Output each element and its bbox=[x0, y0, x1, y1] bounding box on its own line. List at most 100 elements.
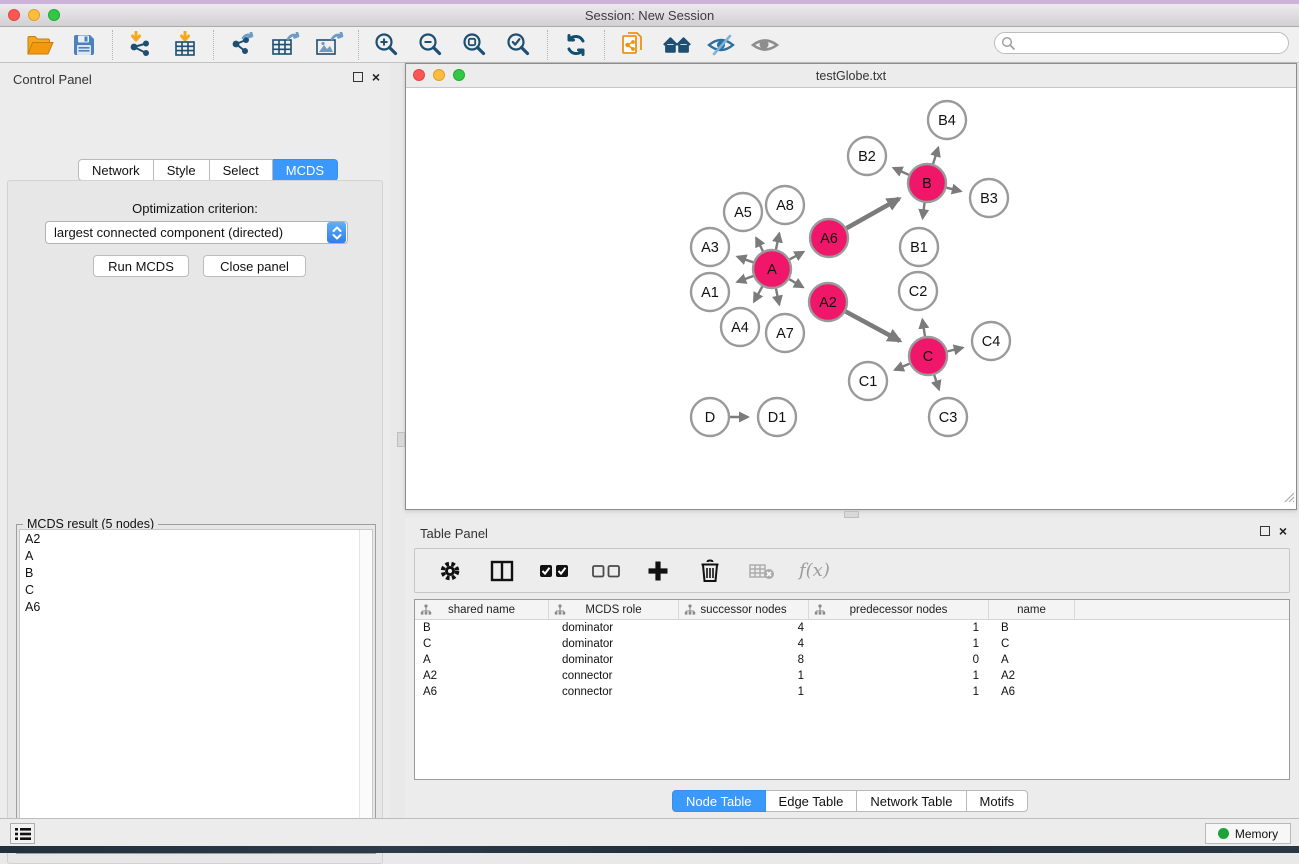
network-graph-canvas[interactable]: B4B2BB3A5A8A6A3AB1A1C2A2A4A7C4CC1C3DD1 bbox=[406, 88, 1296, 509]
cell-shared-name[interactable]: B bbox=[415, 622, 549, 634]
cell-successor[interactable]: 1 bbox=[679, 670, 809, 682]
network-window-titlebar[interactable]: testGlobe.txt bbox=[406, 64, 1296, 88]
cell-shared-name[interactable]: A2 bbox=[415, 670, 549, 682]
import-network-icon[interactable] bbox=[126, 30, 156, 60]
cell-mcds-role[interactable]: dominator bbox=[549, 622, 679, 634]
cell-mcds-role[interactable]: connector bbox=[549, 686, 679, 698]
splitter-handle[interactable] bbox=[844, 511, 859, 518]
close-panel-icon[interactable]: × bbox=[1279, 526, 1287, 536]
graph-edge-C-C3[interactable] bbox=[934, 375, 939, 389]
clone-network-icon[interactable] bbox=[618, 30, 648, 60]
graph-node-B4[interactable]: B4 bbox=[928, 101, 966, 139]
graph-node-D1[interactable]: D1 bbox=[758, 398, 796, 436]
table-options-gear-icon[interactable] bbox=[435, 556, 465, 586]
graph-node-A2[interactable]: A2 bbox=[809, 283, 847, 321]
zoom-in-icon[interactable] bbox=[372, 30, 402, 60]
graph-edge-B-B3[interactable] bbox=[946, 188, 960, 191]
import-table-icon[interactable] bbox=[170, 30, 200, 60]
graph-node-A1[interactable]: A1 bbox=[691, 273, 729, 311]
column-header-mcds-role[interactable]: MCDS role bbox=[549, 600, 679, 619]
tab-network[interactable]: Network bbox=[78, 159, 154, 181]
graph-node-B1[interactable]: B1 bbox=[900, 228, 938, 266]
cell-name[interactable]: C bbox=[989, 638, 1075, 650]
column-header-shared-name[interactable]: shared name bbox=[415, 600, 549, 619]
list-item[interactable]: A6 bbox=[20, 598, 372, 615]
tab-motifs[interactable]: Motifs bbox=[967, 790, 1029, 812]
graph-node-B[interactable]: B bbox=[908, 164, 946, 202]
graph-edge-A-A8[interactable] bbox=[776, 233, 779, 249]
cell-successor[interactable]: 4 bbox=[679, 622, 809, 634]
open-folder-icon[interactable] bbox=[25, 30, 55, 60]
table-row[interactable]: A2 connector 1 1 A2 bbox=[415, 668, 1289, 684]
cell-mcds-role[interactable]: connector bbox=[549, 670, 679, 682]
cell-predecessor[interactable]: 1 bbox=[809, 638, 989, 650]
scrollbar-track[interactable] bbox=[359, 530, 372, 850]
deselect-all-checkboxes-icon[interactable] bbox=[591, 556, 621, 586]
task-history-list-button[interactable] bbox=[10, 823, 35, 844]
cell-name[interactable]: A6 bbox=[989, 686, 1075, 698]
export-image-icon[interactable] bbox=[315, 30, 345, 60]
graph-node-A6[interactable]: A6 bbox=[810, 219, 848, 257]
memory-button[interactable]: Memory bbox=[1205, 823, 1291, 844]
run-mcds-button[interactable]: Run MCDS bbox=[93, 255, 189, 277]
table-row[interactable]: B dominator 4 1 B bbox=[415, 620, 1289, 636]
table-row[interactable]: A6 connector 1 1 A6 bbox=[415, 684, 1289, 700]
delete-column-trash-icon[interactable] bbox=[695, 556, 725, 586]
cell-predecessor[interactable]: 0 bbox=[809, 654, 989, 666]
list-item[interactable]: B bbox=[20, 564, 372, 581]
zoom-fit-icon[interactable] bbox=[460, 30, 490, 60]
graph-edge-B-B2[interactable] bbox=[893, 168, 908, 175]
graph-node-A7[interactable]: A7 bbox=[766, 314, 804, 352]
zoom-selected-icon[interactable] bbox=[504, 30, 534, 60]
close-panel-button[interactable]: Close panel bbox=[203, 255, 306, 277]
graph-edge-A-A2[interactable] bbox=[789, 279, 803, 287]
cell-mcds-role[interactable]: dominator bbox=[549, 654, 679, 666]
splitter-handle[interactable] bbox=[397, 432, 405, 447]
add-column-plus-icon[interactable] bbox=[643, 556, 673, 586]
export-table-icon[interactable] bbox=[271, 30, 301, 60]
table-row[interactable]: A dominator 8 0 A bbox=[415, 652, 1289, 668]
graph-edge-A-A7[interactable] bbox=[776, 289, 779, 305]
export-network-icon[interactable] bbox=[227, 30, 257, 60]
graph-edge-A-A1[interactable] bbox=[737, 276, 753, 282]
graph-node-C2[interactable]: C2 bbox=[899, 272, 937, 310]
graph-edge-A-A3[interactable] bbox=[737, 257, 753, 263]
column-header-predecessor-nodes[interactable]: predecessor nodes bbox=[809, 600, 989, 619]
search-input[interactable] bbox=[1016, 34, 1288, 52]
cell-successor[interactable]: 4 bbox=[679, 638, 809, 650]
cell-predecessor[interactable]: 1 bbox=[809, 622, 989, 634]
graph-node-B2[interactable]: B2 bbox=[848, 137, 886, 175]
graph-edge-A6-B[interactable] bbox=[846, 199, 899, 229]
resize-grip-icon[interactable] bbox=[1281, 489, 1295, 508]
graph-node-A[interactable]: A bbox=[753, 250, 791, 288]
mcds-result-list[interactable]: A2 A B C A6 bbox=[19, 529, 373, 851]
first-neighbors-houses-icon[interactable] bbox=[662, 30, 692, 60]
table-row[interactable]: C dominator 4 1 C bbox=[415, 636, 1289, 652]
cell-shared-name[interactable]: A6 bbox=[415, 686, 549, 698]
float-panel-icon[interactable] bbox=[1260, 526, 1270, 536]
show-all-eye-icon[interactable] bbox=[750, 30, 780, 60]
graph-node-D[interactable]: D bbox=[691, 398, 729, 436]
node-table[interactable]: shared name MCDS role successor nodes pr… bbox=[414, 599, 1290, 780]
zoom-out-icon[interactable] bbox=[416, 30, 446, 60]
graph-edge-C-C1[interactable] bbox=[895, 364, 910, 370]
graph-node-A8[interactable]: A8 bbox=[766, 186, 804, 224]
graph-edge-B-B1[interactable] bbox=[923, 203, 925, 218]
tab-mcds[interactable]: MCDS bbox=[273, 159, 338, 181]
graph-node-A5[interactable]: A5 bbox=[724, 193, 762, 231]
cell-shared-name[interactable]: C bbox=[415, 638, 549, 650]
graph-node-C1[interactable]: C1 bbox=[849, 362, 887, 400]
graph-node-C3[interactable]: C3 bbox=[929, 398, 967, 436]
float-panel-icon[interactable] bbox=[353, 72, 363, 82]
cell-name[interactable]: B bbox=[989, 622, 1075, 634]
list-item[interactable]: A bbox=[20, 547, 372, 564]
cell-name[interactable]: A bbox=[989, 654, 1075, 666]
graph-edge-C-C2[interactable] bbox=[922, 320, 925, 337]
tab-select[interactable]: Select bbox=[210, 159, 273, 181]
search-box[interactable] bbox=[994, 32, 1289, 54]
cell-predecessor[interactable]: 1 bbox=[809, 686, 989, 698]
cell-name[interactable]: A2 bbox=[989, 670, 1075, 682]
refresh-layout-icon[interactable] bbox=[561, 30, 591, 60]
tab-edge-table[interactable]: Edge Table bbox=[766, 790, 858, 812]
cell-predecessor[interactable]: 1 bbox=[809, 670, 989, 682]
